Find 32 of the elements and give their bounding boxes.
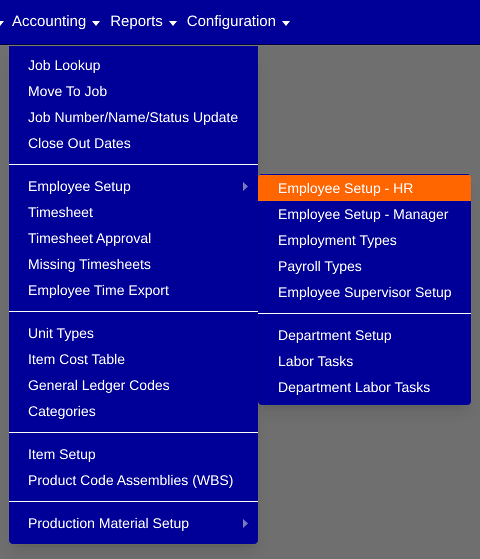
submenu-item[interactable]: Department Labor Tasks xyxy=(258,374,471,400)
nav-menu-button[interactable]: Reports xyxy=(110,10,177,34)
caret-icon xyxy=(0,20,4,26)
submenu-arrow-icon xyxy=(243,182,248,190)
nav-menu-button[interactable]: Configuration xyxy=(186,10,290,34)
menu-item[interactable]: Move To Job xyxy=(9,78,258,104)
menu-item[interactable]: Categories xyxy=(9,398,258,424)
caret-icon xyxy=(282,20,290,26)
caret-icon xyxy=(168,20,177,26)
caret-icon xyxy=(92,20,100,26)
menu-item[interactable]: Timesheet Approval xyxy=(9,225,258,251)
submenu-item[interactable]: Department Setup xyxy=(258,322,471,348)
menu-item[interactable]: Missing Timesheets xyxy=(9,251,258,277)
menu-item[interactable]: Employee Setup xyxy=(9,173,258,199)
menu-item[interactable]: Employee Time Export xyxy=(9,277,258,303)
menu-item[interactable]: Item Cost Table xyxy=(9,346,258,372)
submenu-item[interactable]: Payroll Types xyxy=(258,253,471,279)
menu-item[interactable]: General Ledger Codes xyxy=(9,372,258,398)
submenu-item[interactable]: Employment Types xyxy=(258,227,471,253)
menu-item[interactable]: Timesheet xyxy=(9,199,258,225)
menu-item[interactable]: Job Number/Name/Status Update xyxy=(9,104,258,130)
submenu-item[interactable]: Employee Supervisor Setup xyxy=(258,279,471,305)
submenu-item[interactable]: Employee Setup - Manager xyxy=(258,201,471,227)
submenu-arrow-icon xyxy=(243,518,248,528)
menu-item[interactable]: Unit Types xyxy=(9,320,258,346)
nav-menu-button[interactable]: Accounting xyxy=(12,10,100,34)
menu-item[interactable]: Product Code Assemblies (WBS) xyxy=(9,467,258,493)
menu-item[interactable]: Item Setup xyxy=(9,441,258,467)
menu-item[interactable]: Production Material Setup xyxy=(9,510,258,536)
menu-item[interactable]: Job Lookup xyxy=(9,52,258,78)
submenu-item[interactable]: Labor Tasks xyxy=(258,348,471,374)
menu-item[interactable]: Close Out Dates xyxy=(9,130,258,156)
